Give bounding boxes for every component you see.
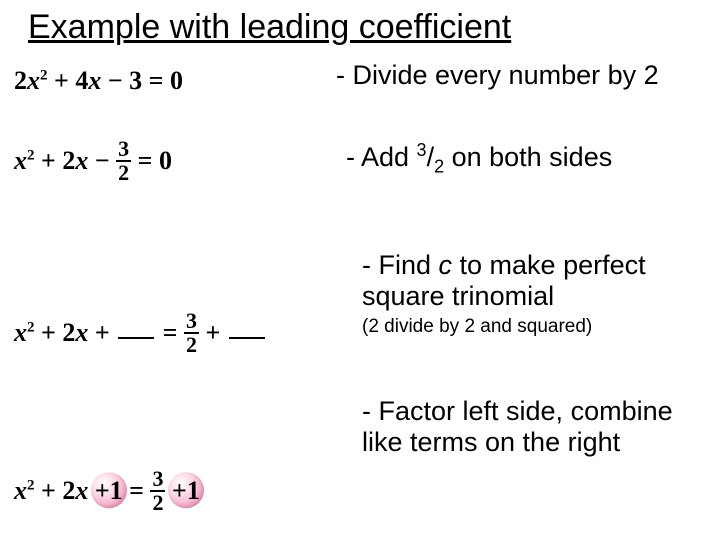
equation-2: x2 + 2x − 32 = 0 (14, 140, 172, 186)
highlight-plus-left: +1 (95, 476, 123, 506)
blank-left (118, 337, 154, 339)
step-2-text: - Add 3/2 on both sides (346, 140, 612, 177)
step-3-text: - Find c to make perfect square trinomia… (362, 250, 682, 338)
page-title: Example with leading coefficient (28, 8, 511, 47)
step-1-text: - Divide every number by 2 (336, 60, 659, 91)
equation-3: x2 + 2x + = 32 + (14, 312, 267, 358)
equation-4: x2 + 2x +1 = 32 +1 (14, 470, 200, 516)
highlight-plus-right: +1 (172, 476, 200, 506)
equation-1: 2x2 + 4x − 3 = 0 (14, 66, 183, 96)
blank-right (229, 337, 265, 339)
step-4-text: - Factor left side, combine like terms o… (362, 396, 702, 458)
step-3-note: (2 divide by 2 and squared) (362, 316, 682, 338)
